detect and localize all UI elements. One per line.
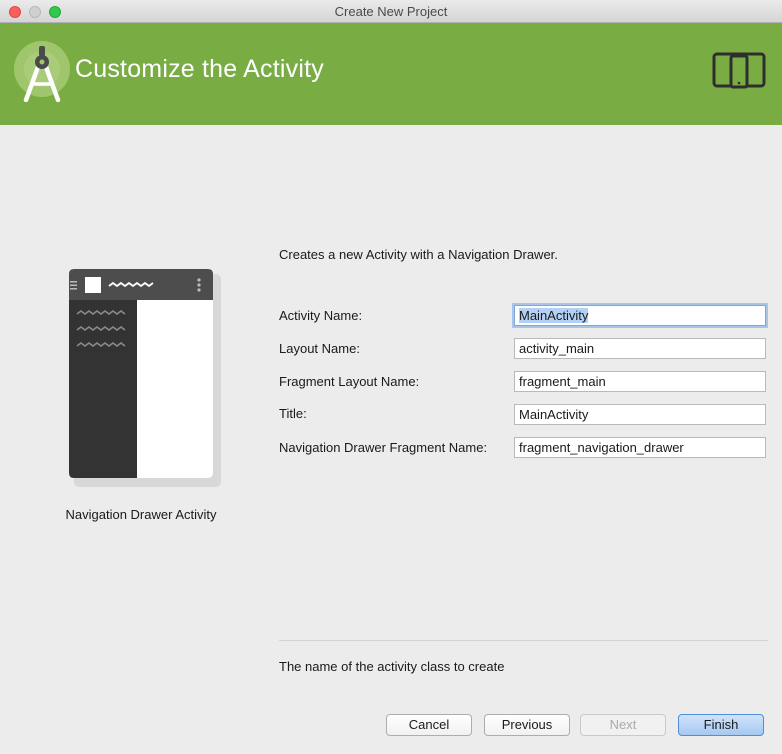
finish-button[interactable]: Finish [678, 714, 764, 736]
overflow-menu-icon [197, 278, 201, 292]
cancel-button[interactable]: Cancel [386, 714, 472, 736]
navigation-drawer-fragment-name-field[interactable] [514, 437, 766, 458]
previous-button[interactable]: Previous [484, 714, 570, 736]
template-caption: Navigation Drawer Activity [65, 507, 217, 522]
window-title: Create New Project [334, 4, 448, 19]
activity-name-field[interactable]: MainActivity [514, 305, 766, 326]
window-titlebar: Create New Project [0, 0, 782, 23]
activity-name-label: Activity Name: [279, 308, 363, 323]
navigation-drawer-preview [69, 269, 221, 487]
title-label: Title: [279, 406, 307, 421]
field-hint: The name of the activity class to create [279, 659, 505, 674]
layout-name-label: Layout Name: [279, 341, 360, 356]
navigation-drawer-fragment-name-label: Navigation Drawer Fragment Name: [279, 440, 488, 455]
fragment-layout-name-field[interactable] [514, 371, 766, 392]
wizard-header: Customize the Activity [0, 23, 782, 125]
next-button[interactable]: Next [580, 714, 666, 736]
divider [279, 640, 768, 641]
title-field[interactable] [514, 404, 766, 425]
page-title: Customize the Activity [75, 55, 324, 83]
fragment-layout-name-label: Fragment Layout Name: [279, 374, 420, 389]
template-description: Creates a new Activity with a Navigation… [279, 247, 558, 262]
android-studio-logo-icon [14, 41, 70, 102]
hamburger-menu-icon [70, 281, 77, 290]
tablet-phone-device-icon [712, 52, 766, 89]
layout-name-field[interactable] [514, 338, 766, 359]
activity-name-value: MainActivity [519, 308, 589, 323]
